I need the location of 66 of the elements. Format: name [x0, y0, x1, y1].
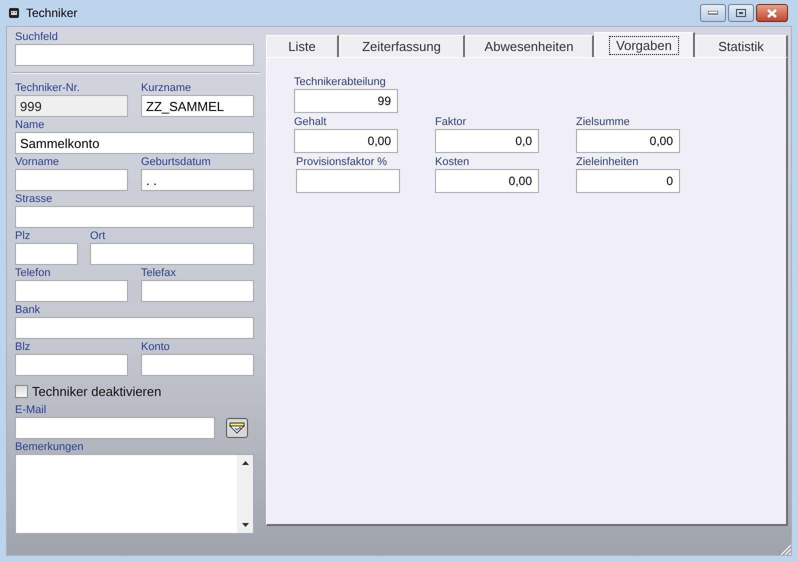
- field-label: Ort: [90, 230, 106, 242]
- field-label: Faktor: [435, 116, 468, 128]
- input-field[interactable]: [141, 354, 254, 376]
- input-field[interactable]: [141, 280, 254, 302]
- field-label: Telefon: [15, 267, 52, 279]
- input-field[interactable]: [15, 354, 128, 376]
- window-title: Techniker: [26, 6, 78, 20]
- input-field[interactable]: Sammelkonto: [15, 132, 254, 154]
- field-label: Strasse: [15, 193, 54, 205]
- field-label: Bemerkungen: [15, 441, 84, 453]
- checkbox-label: Techniker deaktivieren: [32, 384, 162, 399]
- resize-grip-icon: [779, 543, 791, 555]
- input-field[interactable]: [15, 280, 128, 302]
- close-icon: [766, 8, 778, 18]
- field-label: Suchfeld: [15, 31, 59, 43]
- input-field[interactable]: 0,00: [435, 169, 539, 193]
- notes-field[interactable]: [15, 454, 254, 534]
- maximize-button[interactable]: [728, 4, 754, 22]
- field-label: E-Mail: [15, 404, 48, 416]
- field-label: Kosten: [435, 156, 470, 168]
- checkbox[interactable]: [15, 385, 28, 398]
- field-label: Kurzname: [141, 82, 192, 94]
- field-label: Plz: [15, 230, 32, 242]
- input-field[interactable]: 99: [294, 89, 398, 113]
- field-label: Vorname: [15, 156, 60, 168]
- field-label: Zielsumme: [576, 116, 631, 128]
- input-field[interactable]: ZZ_SAMMEL: [141, 95, 254, 117]
- email-field[interactable]: [15, 417, 215, 439]
- tab[interactable]: Abwesenheiten: [465, 35, 594, 57]
- field-label: Technikerabteilung: [294, 76, 387, 88]
- close-button[interactable]: [756, 4, 788, 22]
- input-field[interactable]: . .: [141, 169, 254, 191]
- field-label: Blz: [15, 341, 32, 353]
- scroll-up-icon: [242, 461, 248, 465]
- tab[interactable]: Liste: [266, 35, 339, 57]
- field-label: Zieleinheiten: [576, 156, 640, 168]
- email-button[interactable]: [226, 418, 248, 438]
- input-field[interactable]: 0: [576, 169, 680, 193]
- scrollbar[interactable]: [237, 455, 253, 533]
- input-field[interactable]: [15, 169, 128, 191]
- input-field[interactable]: [15, 317, 254, 339]
- field-label: Provisionsfaktor %: [296, 156, 388, 168]
- input-field[interactable]: [296, 169, 400, 193]
- field-label: Techniker-Nr.: [15, 82, 81, 94]
- field-label: Gehalt: [294, 116, 328, 128]
- field-label: Geburtsdatum: [141, 156, 212, 168]
- field-label: Bank: [15, 304, 42, 316]
- minimize-button[interactable]: [700, 4, 726, 22]
- field-label: Telefax: [141, 267, 177, 279]
- search-field[interactable]: [15, 44, 254, 66]
- tab[interactable]: Statistik: [695, 35, 788, 57]
- tab[interactable]: Vorgaben: [594, 32, 695, 57]
- input-field[interactable]: 0,00: [576, 129, 680, 153]
- input-field[interactable]: [15, 206, 254, 228]
- input-field[interactable]: 0,00: [294, 129, 398, 153]
- field-label: Konto: [141, 341, 171, 353]
- app-icon: [8, 7, 20, 19]
- input-field[interactable]: [90, 243, 254, 265]
- scroll-down-icon: [242, 523, 248, 527]
- input-field[interactable]: 0,0: [435, 129, 539, 153]
- maximize-icon: [736, 9, 746, 17]
- tab[interactable]: Zeiterfassung: [339, 35, 465, 57]
- input-field[interactable]: [15, 243, 78, 265]
- minimize-icon: [708, 11, 718, 15]
- envelope-icon: [229, 422, 245, 434]
- field-label: Name: [15, 119, 46, 131]
